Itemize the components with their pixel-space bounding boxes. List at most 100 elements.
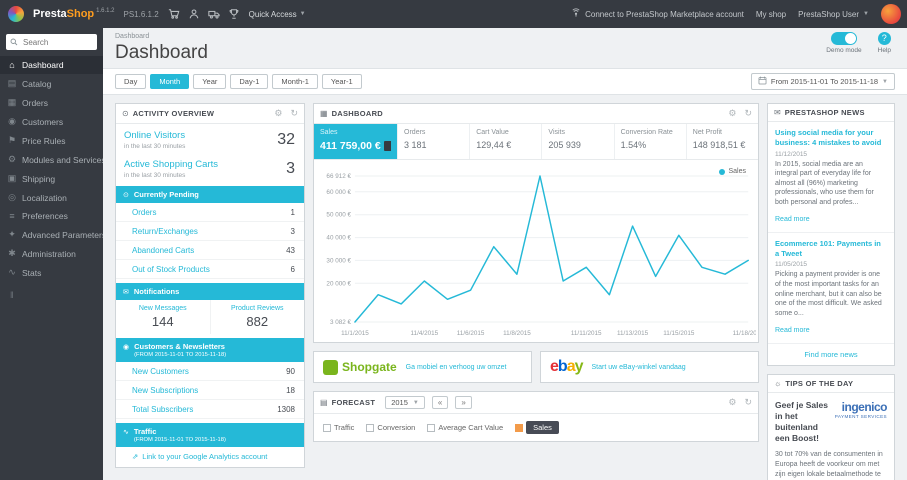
forecast-conversion-toggle[interactable]: Conversion xyxy=(366,423,415,432)
sidebar-item-preferences[interactable]: ≡ Preferences xyxy=(0,207,103,225)
ebay-promo[interactable]: ebay Start uw eBay-winkel vandaag xyxy=(540,351,759,383)
tab-net-profit[interactable]: Net Profit 148 918,51 € xyxy=(687,124,758,159)
online-visitors-label[interactable]: Online Visitors xyxy=(124,130,296,141)
sidebar-item-customers[interactable]: ◉ Customers xyxy=(0,112,103,131)
page-title: Dashboard xyxy=(115,42,208,63)
forecast-sales-toggle[interactable]: Sales xyxy=(515,421,559,434)
forecast-prev-button[interactable]: « xyxy=(431,396,449,409)
filter-day-1-button[interactable]: Day-1 xyxy=(230,74,269,89)
online-visitors-metric: Online Visitors in the last 30 minutes 3… xyxy=(124,130,296,150)
sidebar-item-stats[interactable]: ∿ Stats xyxy=(0,263,103,282)
svg-text:50 000 €: 50 000 € xyxy=(326,212,351,219)
sidebar-item-price-rules[interactable]: ⚑ Price Rules xyxy=(0,131,103,150)
price-rules-icon: ⚑ xyxy=(7,135,17,145)
breadcrumb[interactable]: Dashboard xyxy=(115,33,895,40)
customer-icon[interactable] xyxy=(188,8,200,20)
marketplace-icon xyxy=(571,8,581,20)
filter-day-button[interactable]: Day xyxy=(115,74,147,89)
sidebar-item-shipping[interactable]: ▣ Shipping xyxy=(0,169,103,188)
search-input[interactable] xyxy=(21,36,93,48)
dashboard-panel: ▦ Dashboard ⚙ ↻ Sales 411 759,00 € Order… xyxy=(313,103,759,343)
sidebar-item-advanced-parameters[interactable]: ✦ Advanced Parameters xyxy=(0,225,103,244)
tab-visits[interactable]: Visits 205 939 xyxy=(542,124,615,159)
cart-icon[interactable] xyxy=(168,8,180,20)
delivery-truck-icon[interactable] xyxy=(207,8,220,20)
tips-panel-title: Tips of the day xyxy=(785,378,854,388)
administration-icon: ✱ xyxy=(8,248,16,258)
tab-sales[interactable]: Sales 411 759,00 € xyxy=(314,124,399,159)
sidebar-item-catalog[interactable]: ▤ Catalog xyxy=(0,74,103,93)
checkbox-icon[interactable] xyxy=(323,423,331,432)
calendar-icon xyxy=(758,76,767,87)
tab-orders[interactable]: Orders 3 181 xyxy=(398,124,471,159)
gear-icon[interactable]: ⚙ xyxy=(274,108,282,119)
user-menu[interactable]: PrestaShop User ▼ xyxy=(798,10,869,19)
gear-icon[interactable]: ⚙ xyxy=(728,108,736,119)
news-article-title[interactable]: Using social media for your business: 4 … xyxy=(775,128,887,148)
new-customers-row: New Customers 90 xyxy=(116,362,304,381)
forecast-year-select[interactable]: 2015 ▼ xyxy=(385,396,425,409)
filter-month-button[interactable]: Month xyxy=(150,74,190,89)
legend-dot-icon xyxy=(719,168,726,175)
filter-year-1-button[interactable]: Year-1 xyxy=(321,74,362,89)
new-messages-cell: New Messages 144 xyxy=(116,300,211,334)
demo-mode-toggle[interactable] xyxy=(830,32,857,45)
help-control[interactable]: ? Help xyxy=(878,32,891,54)
refresh-icon[interactable]: ↻ xyxy=(290,108,298,119)
checkbox-icon[interactable] xyxy=(427,423,436,432)
google-analytics-link[interactable]: ⇗ Link to your Google Analytics account xyxy=(116,447,304,467)
shopgate-logo-icon xyxy=(323,359,338,375)
filter-month-1-button[interactable]: Month-1 xyxy=(272,74,318,89)
my-shop-link[interactable]: My shop xyxy=(756,10,786,19)
award-icon[interactable] xyxy=(228,8,240,20)
read-more-link[interactable]: Read more xyxy=(775,327,810,334)
sidebar-item-dashboard[interactable]: ⌂ Dashboard xyxy=(0,56,103,74)
gear-icon[interactable]: ⚙ xyxy=(728,397,736,408)
news-panel-title: PrestaShop News xyxy=(784,108,865,117)
chart-legend[interactable]: Sales xyxy=(719,168,746,175)
marketplace-connect-link[interactable]: Connect to PrestaShop Marketplace accoun… xyxy=(571,8,744,20)
help-icon[interactable]: ? xyxy=(877,32,891,45)
refresh-icon[interactable]: ↻ xyxy=(744,108,752,119)
shopgate-link[interactable]: Ga mobiel en verhoog uw omzet xyxy=(406,364,507,371)
svg-text:11/6/2015: 11/6/2015 xyxy=(457,330,485,337)
date-filter-toolbar: Day Month Year Day-1 Month-1 Year-1 From… xyxy=(103,68,907,95)
forecast-next-button[interactable]: » xyxy=(455,396,472,409)
quick-access-menu[interactable]: Quick Access ▼ xyxy=(249,10,306,19)
tab-conversion-rate[interactable]: Conversion Rate 1.54% xyxy=(615,124,687,159)
tab-cart-value[interactable]: Cart Value 129,44 € xyxy=(470,124,543,159)
sidebar-item-administration[interactable]: ✱ Administration xyxy=(0,244,103,263)
prestashop-admin: PrestaShop 1.6.1.2 PS1.6.1.2 Quick Access… xyxy=(0,0,907,480)
sidebar-collapse-button[interactable]: ‖ xyxy=(0,282,103,308)
date-range-picker[interactable]: From 2015-11-01 To 2015-11-18 ▼ xyxy=(750,73,895,90)
sidebar-item-orders[interactable]: ▦ Orders xyxy=(0,93,103,112)
forecast-traffic-toggle[interactable]: Traffic xyxy=(323,423,354,432)
svg-text:3 082 €: 3 082 € xyxy=(330,319,352,326)
find-more-news-link[interactable]: Find more news xyxy=(768,344,894,365)
user-avatar[interactable] xyxy=(881,4,901,24)
forecast-cart-value-toggle[interactable]: Average Cart Value xyxy=(427,423,503,432)
sidebar-item-modules[interactable]: ⚙ Modules and Services xyxy=(0,150,103,169)
tips-icon: ☼ xyxy=(774,378,782,388)
news-article-title[interactable]: Ecommerce 101: Payments in a Tweet xyxy=(775,239,887,259)
total-subscribers-row: Total Subscribers 1308 xyxy=(116,400,304,419)
activity-panel-title: Activity overview xyxy=(132,109,215,118)
activity-icon: ⊙ xyxy=(122,109,129,118)
checkbox-icon[interactable] xyxy=(366,423,375,432)
traffic-header: ∿ Traffic (FROM 2015-11-01 TO 2015-11-18… xyxy=(116,423,304,447)
module-promos: Shopgate Ga mobiel en verhoog uw omzet e… xyxy=(313,351,759,383)
active-carts-value: 3 xyxy=(286,160,295,177)
active-carts-label[interactable]: Active Shopping Carts xyxy=(124,159,296,170)
tips-of-the-day-panel: ☼ Tips of the day Geef je Sales in het b… xyxy=(767,373,895,480)
sidebar-item-localization[interactable]: ◎ Localization xyxy=(0,188,103,207)
brand: PrestaShop 1.6.1.2 xyxy=(33,8,115,20)
shopgate-promo[interactable]: Shopgate Ga mobiel en verhoog uw omzet xyxy=(313,351,532,383)
sidebar-search[interactable] xyxy=(6,34,97,50)
refresh-icon[interactable]: ↻ xyxy=(744,397,752,408)
ebay-logo: ebay xyxy=(550,358,583,375)
filter-year-button[interactable]: Year xyxy=(193,74,227,89)
ebay-link[interactable]: Start uw eBay-winkel vandaag xyxy=(592,364,686,371)
pending-orders-row: Orders 1 xyxy=(116,203,304,222)
svg-text:11/1/2015: 11/1/2015 xyxy=(341,330,369,337)
read-more-link[interactable]: Read more xyxy=(775,216,810,223)
